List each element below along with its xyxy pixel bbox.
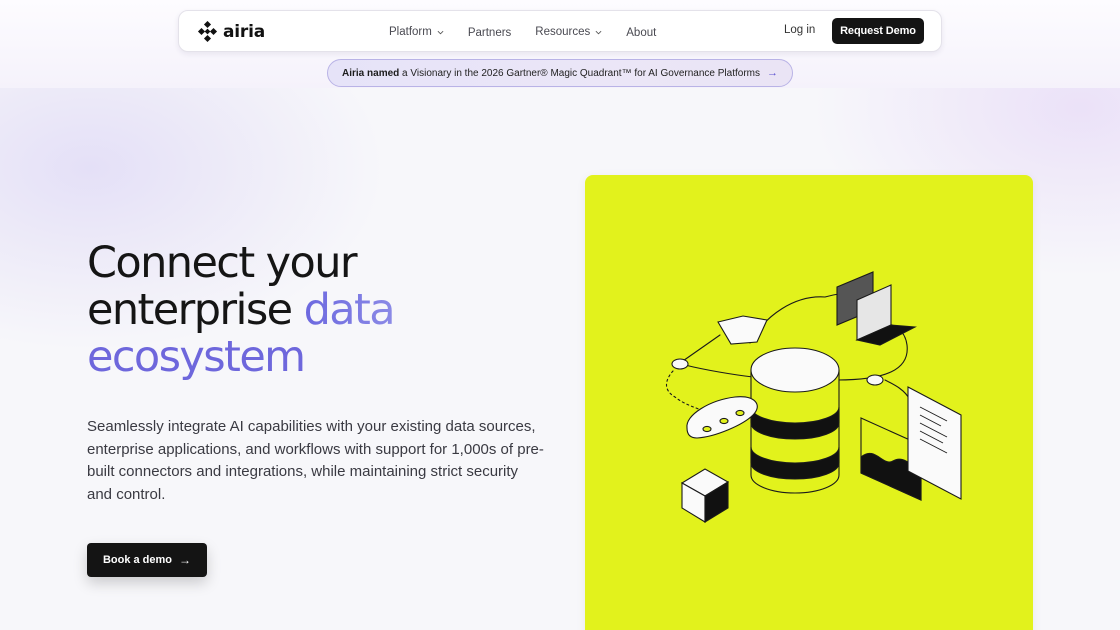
document-card-shape — [717, 315, 768, 345]
nav-item-platform[interactable]: Platform — [389, 26, 444, 38]
cube-shape — [680, 468, 730, 523]
arrow-right-icon: → — [766, 67, 778, 79]
headline-line-1: Connect your — [87, 238, 358, 288]
hero-illustration-panel — [585, 175, 1033, 630]
arrow-right-icon: → — [179, 553, 192, 567]
nav-item-label: Platform — [389, 26, 432, 38]
database-shape — [750, 347, 840, 494]
headline-accent-data: data — [303, 285, 396, 335]
nav-item-label: About — [626, 27, 657, 39]
chevron-down-icon — [437, 30, 444, 34]
announcement-banner[interactable]: Airia named a Visionary in the 2026 Gart… — [327, 59, 793, 87]
main-nav: airia Platform Partners Resources About … — [178, 10, 942, 52]
nav-links: Platform Partners Resources About — [389, 11, 680, 53]
announcement-text: in the 2026 Gartner® Magic Quadrant™ for… — [454, 67, 760, 79]
data-ecosystem-illustration — [665, 271, 962, 523]
nav-item-about[interactable]: About — [626, 27, 656, 39]
hero-description: Seamlessly integrate AI capabilities wit… — [87, 418, 544, 503]
book-demo-button[interactable]: Book a demo → — [87, 543, 207, 577]
brand-name: airia — [223, 22, 265, 42]
hero-headline: Connect your enterprise data ecosystem — [87, 240, 547, 381]
book-demo-label: Book a demo — [102, 554, 173, 566]
chat-bubble-shape — [686, 396, 758, 439]
brand-logo[interactable]: airia — [197, 21, 265, 43]
request-demo-button[interactable]: Request Demo — [832, 18, 924, 44]
nav-item-resources[interactable]: Resources — [535, 26, 602, 38]
login-link[interactable]: Log in — [784, 24, 815, 36]
announcement-strong: a Visionary — [402, 67, 452, 79]
nav-item-label: Resources — [535, 26, 591, 38]
chevron-down-icon — [595, 30, 602, 34]
headline-accent-ecosystem: ecosystem — [87, 332, 306, 382]
airia-logo-icon — [197, 21, 218, 43]
nav-item-partners[interactable]: Partners — [468, 27, 511, 39]
headline-line-2: enterprise — [87, 285, 293, 335]
nav-item-label: Partners — [467, 27, 512, 39]
announcement-lead: Airia named — [342, 67, 400, 79]
